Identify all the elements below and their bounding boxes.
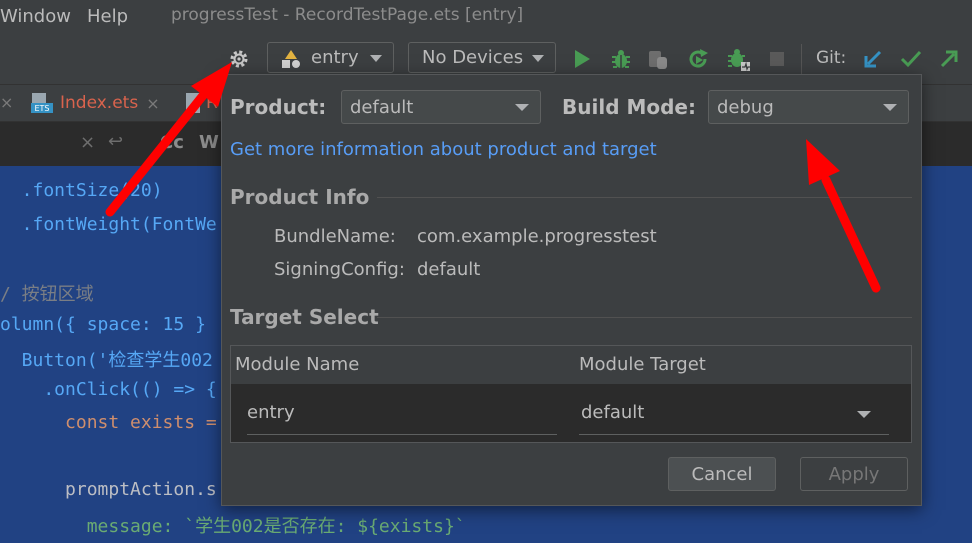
- whole-words-toggle[interactable]: W: [199, 132, 219, 153]
- module-selector[interactable]: entry: [267, 42, 394, 73]
- module-target-select[interactable]: default: [579, 392, 889, 436]
- match-case-toggle[interactable]: Cc: [160, 132, 184, 153]
- build-mode-label: Build Mode:: [562, 95, 696, 119]
- run-icon[interactable]: [571, 47, 593, 71]
- menu-help[interactable]: Help: [87, 6, 128, 27]
- menu-bar: Window Help progressTest - RecordTestPag…: [0, 0, 972, 34]
- chevron-down-icon: [857, 411, 871, 418]
- chevron-down-icon: [532, 55, 544, 62]
- settings-gear-icon[interactable]: [226, 46, 252, 72]
- profile-bug-icon[interactable]: [725, 46, 753, 74]
- chevron-down-icon: [883, 104, 897, 111]
- tab-label: R: [206, 93, 218, 113]
- build-mode-select-value: debug: [717, 97, 774, 118]
- toolbar-separator: [801, 44, 802, 74]
- product-info-link[interactable]: Get more information about product and t…: [230, 139, 657, 160]
- debug-bug-icon[interactable]: [608, 46, 634, 72]
- code-line: promptAction.s: [0, 479, 217, 500]
- module-shapes-icon: [282, 50, 300, 68]
- target-table: Module Name Module Target entry default: [230, 345, 912, 443]
- tab-record-test-page[interactable]: R: [184, 85, 218, 121]
- module-target-value: default: [581, 402, 645, 423]
- chevron-down-icon: [515, 104, 529, 111]
- column-header-module-target: Module Target: [579, 354, 706, 375]
- stop-icon[interactable]: [767, 49, 787, 69]
- product-select-value: default: [350, 97, 414, 118]
- code-line: Button('检查学生002: [0, 350, 213, 371]
- code-line: const exists =: [0, 412, 217, 433]
- code-line: .fontSize(20): [0, 180, 163, 201]
- signing-config-key: SigningConfig:: [274, 259, 405, 280]
- table-header: Module Name Module Target: [231, 346, 911, 384]
- bundle-name-value: com.example.progresstest: [417, 226, 657, 247]
- signing-config-value: default: [417, 259, 481, 280]
- replace-icon[interactable]: ↩: [108, 131, 123, 152]
- close-icon[interactable]: ×: [0, 93, 13, 112]
- device-selector[interactable]: No Devices: [408, 42, 556, 73]
- git-commit-icon[interactable]: [899, 46, 923, 72]
- rerun-icon[interactable]: [686, 46, 712, 72]
- bundle-name-key: BundleName:: [274, 226, 396, 247]
- ets-file-icon: ETS: [31, 93, 53, 113]
- tab-index-ets[interactable]: ETS Index.ets ×: [30, 85, 160, 121]
- section-divider: [377, 197, 912, 198]
- code-line: message: `学生002是否存在: ${exists}`: [0, 516, 466, 537]
- attach-debugger-icon[interactable]: [646, 46, 672, 72]
- code-line: .onClick(() => {: [0, 379, 217, 400]
- git-update-icon[interactable]: [861, 46, 885, 72]
- column-header-module-name: Module Name: [235, 354, 360, 375]
- chevron-down-icon: [370, 55, 382, 62]
- window-title: progressTest - RecordTestPage.ets [entry…: [171, 5, 524, 25]
- product-info-title: Product Info: [230, 185, 370, 209]
- target-select-title: Target Select: [230, 305, 379, 329]
- section-divider: [377, 317, 912, 318]
- code-line: olumn({ space: 15 }: [0, 314, 206, 335]
- code-line: .fontWeight(FontWe: [0, 214, 217, 235]
- cell-underline: [247, 434, 557, 435]
- close-icon[interactable]: ×: [146, 94, 159, 113]
- cell-underline: [579, 434, 889, 435]
- git-label: Git:: [816, 48, 847, 68]
- svg-text:ETS: ETS: [34, 104, 49, 113]
- clear-search-icon[interactable]: ×: [80, 132, 95, 153]
- tab-label: Index.ets: [60, 93, 139, 113]
- apply-button[interactable]: Apply: [800, 457, 908, 491]
- build-mode-select[interactable]: debug: [708, 90, 909, 124]
- menu-window[interactable]: Window: [0, 6, 71, 27]
- product-target-popup: Product: default Build Mode: debug Get m…: [221, 74, 922, 506]
- cancel-button[interactable]: Cancel: [668, 457, 776, 491]
- code-comment: / 按钮区域: [0, 284, 94, 305]
- product-label: Product:: [230, 95, 327, 119]
- module-selector-label: entry: [311, 47, 359, 68]
- product-select[interactable]: default: [341, 90, 541, 124]
- git-push-icon[interactable]: [937, 46, 961, 72]
- module-name-cell: entry: [247, 402, 295, 423]
- file-icon: [186, 93, 200, 113]
- device-selector-label: No Devices: [422, 47, 524, 68]
